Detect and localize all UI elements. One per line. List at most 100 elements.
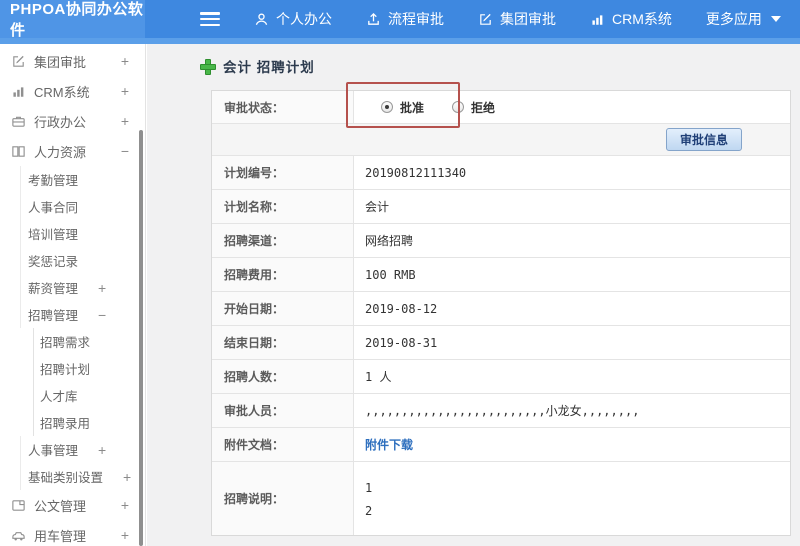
sidebar-item-label: CRM系统 [34,84,90,100]
sidebar-item-personnel-mgmt[interactable]: 人事管理 + [0,436,145,463]
nav-crm[interactable]: CRM系统 [590,9,672,29]
table-row: 开始日期： 2019-08-12 [212,292,790,326]
sidebar: 集团审批 + CRM系统 + 行政办公 + 人力资源 − 考勤管理 人事合同 培… [0,44,146,546]
sidebar-item-recruit-demand[interactable]: 招聘需求 [0,328,145,355]
field-label: 附件文档： [212,428,354,461]
sidebar-item-hr-contract[interactable]: 人事合同 [0,193,145,220]
field-label: 招聘渠道： [212,224,354,257]
radio-label: 拒绝 [471,100,496,115]
approval-info-button[interactable]: 审批信息 [665,128,742,151]
sidebar-item-salary[interactable]: 薪资管理 + [0,274,145,301]
menu-toggle-icon[interactable] [200,12,220,26]
sidebar-item-training[interactable]: 培训管理 [0,220,145,247]
expand-icon[interactable]: + [98,442,106,458]
field-value: 2019-08-31 [365,335,438,350]
sidebar-item-label: 培训管理 [28,228,79,242]
nav-more-apps[interactable]: 更多应用 [706,9,781,29]
field-value: 100 RMB [365,267,416,282]
page-title-row: 会计 招聘计划 [200,56,315,76]
radio-button-icon[interactable] [452,101,465,113]
caret-down-icon [770,16,781,22]
radio-label: 批准 [400,100,425,115]
sidebar-item-admin-office[interactable]: 行政办公 + [0,106,145,136]
sidebar-item-label: 招聘录用 [40,417,91,431]
field-label: 招聘说明： [212,462,354,535]
field-value: 20190812111340 [365,165,467,180]
field-label: 审批状态： [212,91,354,123]
expand-icon[interactable]: + [121,83,129,99]
page-title: 会计 招聘计划 [223,60,315,75]
sidebar-item-rewards[interactable]: 奖惩记录 [0,247,145,274]
radio-approve[interactable]: 批准 [381,99,424,116]
sidebar-item-label: 人事管理 [28,444,79,458]
nav-label: CRM系统 [612,11,672,27]
sidebar-item-label: 薪资管理 [28,282,79,296]
sidebar-item-vehicle-mgmt[interactable]: 用车管理 + [0,520,145,546]
field-label: 计划编号： [212,156,354,189]
expand-icon[interactable]: − [98,307,106,323]
sidebar-item-talent-pool[interactable]: 人才库 [0,382,145,409]
sidebar-item-label: 基础类别设置 [28,471,104,485]
field-value: 网络招聘 [365,234,414,248]
nav-label: 个人办公 [276,11,332,27]
app-window: PHPOA协同办公软件 个人办公 流程审批 集团审批 CRM系统 更多应用 集团… [0,0,800,546]
table-row: 结束日期： 2019-08-31 [212,326,790,360]
recruit-plan-form: 审批状态： 批准 拒绝 审批信息 计划编号： 20190812111340 计划… [211,90,791,536]
edit-icon [10,53,26,69]
table-row: 招聘渠道： 网络招聘 [212,224,790,258]
table-row: 审批人员： ,,,,,,,,,,,,,,,,,,,,,,,,,小龙女,,,,,,… [212,394,790,428]
table-row: 招聘人数： 1 人 [212,360,790,394]
add-icon [200,59,216,75]
expand-icon[interactable]: + [121,497,129,513]
description-line: 2 [365,504,373,518]
sidebar-item-label: 招聘需求 [40,336,91,350]
expand-icon[interactable]: + [123,469,131,485]
field-label: 招聘费用： [212,258,354,291]
expand-icon[interactable]: + [121,113,129,129]
sidebar-item-hr[interactable]: 人力资源 − [0,136,145,166]
top-navigation: 个人办公 流程审批 集团审批 CRM系统 更多应用 [254,9,781,29]
expand-icon[interactable]: + [98,280,106,296]
main-content: 会计 招聘计划 审批状态： 批准 拒绝 审批信息 计划编号： 201908121… [147,44,800,546]
bar-chart-icon [10,83,26,99]
approval-radio-group: 批准 拒绝 [365,99,495,116]
expand-icon[interactable]: + [121,527,129,543]
nav-group-approval[interactable]: 集团审批 [478,9,556,29]
table-row: 招聘费用： 100 RMB [212,258,790,292]
field-label: 开始日期： [212,292,354,325]
attachment-download-link[interactable]: 附件下载 [365,436,413,453]
document-icon [10,497,26,513]
nav-process-approval[interactable]: 流程审批 [366,9,444,29]
sidebar-item-label: 人事合同 [28,201,79,215]
sidebar-item-label: 公文管理 [34,498,87,514]
table-row: 附件文档： 附件下载 [212,428,790,462]
expand-icon[interactable]: − [121,143,129,159]
sidebar-item-crm[interactable]: CRM系统 + [0,76,145,106]
field-label: 计划名称： [212,190,354,223]
topbar: PHPOA协同办公软件 个人办公 流程审批 集团审批 CRM系统 更多应用 [0,0,800,39]
car-icon [10,527,26,543]
sidebar-item-recruit-plan[interactable]: 招聘计划 [0,355,145,382]
radio-reject[interactable]: 拒绝 [452,99,495,116]
sidebar-item-recruit-hire[interactable]: 招聘录用 [0,409,145,436]
sidebar-item-attendance[interactable]: 考勤管理 [0,166,145,193]
sidebar-item-label: 招聘管理 [28,309,79,323]
nav-label: 流程审批 [388,11,444,27]
sidebar-item-label: 行政办公 [34,114,87,130]
app-logo[interactable]: PHPOA协同办公软件 [0,0,145,39]
field-value: ,,,,,,,,,,,,,,,,,,,,,,,,,小龙女,,,,,,,, [365,404,640,418]
nav-label: 更多应用 [705,11,762,27]
radio-button-icon[interactable] [381,101,393,113]
sidebar-item-recruit-mgmt[interactable]: 招聘管理 − [0,301,145,328]
sidebar-item-label: 考勤管理 [28,174,79,188]
sidebar-scrollbar[interactable] [139,130,143,546]
sidebar-item-label: 奖惩记录 [28,255,79,269]
sidebar-item-label: 人力资源 [34,144,87,160]
sidebar-item-base-category[interactable]: 基础类别设置 + [0,463,145,490]
field-label: 招聘人数： [212,360,354,393]
sidebar-item-document-mgmt[interactable]: 公文管理 + [0,490,145,520]
nav-personal-office[interactable]: 个人办公 [254,9,332,29]
expand-icon[interactable]: + [121,53,129,69]
sidebar-item-group-approval[interactable]: 集团审批 + [0,46,145,76]
field-label: 审批人员： [212,394,354,427]
